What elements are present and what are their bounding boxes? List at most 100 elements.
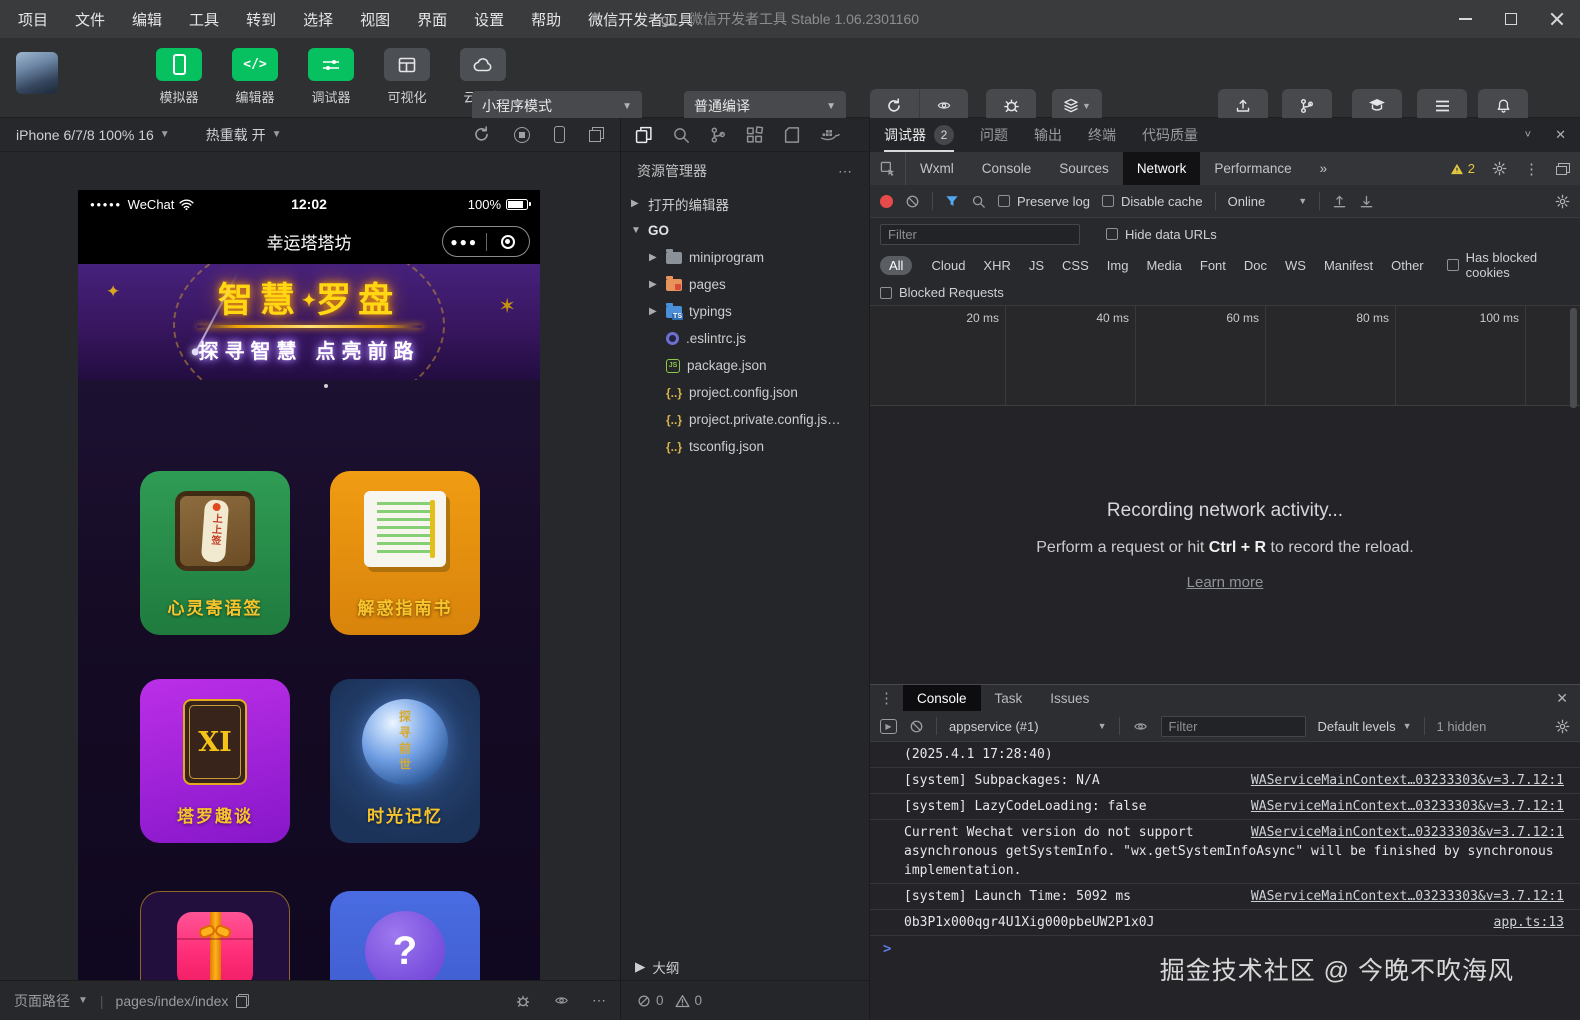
- record-icon[interactable]: [880, 194, 893, 208]
- drawer-tab-issues[interactable]: Issues: [1036, 685, 1103, 712]
- console-settings-icon[interactable]: [1555, 719, 1570, 734]
- source-link[interactable]: WAServiceMainContext…03233303&v=3.7.12:1: [1251, 771, 1564, 790]
- minimize-button[interactable]: [1442, 0, 1488, 38]
- card-fortune-stick[interactable]: 上上签 心灵寄语签: [140, 471, 290, 635]
- tree-item-tsconfig[interactable]: {..} tsconfig.json: [621, 433, 869, 460]
- type-filter-ws[interactable]: WS: [1276, 258, 1315, 273]
- outline-section[interactable]: ▶ 大纲: [621, 954, 869, 980]
- collapse-panel-icon[interactable]: ˅: [1525, 129, 1531, 141]
- network-filter-input[interactable]: [880, 223, 1080, 245]
- clear-console-icon[interactable]: [909, 719, 924, 734]
- menu-settings[interactable]: 设置: [474, 9, 504, 30]
- tab-terminal[interactable]: 终端: [1088, 118, 1116, 152]
- menu-interface[interactable]: 界面: [417, 9, 447, 30]
- files-icon[interactable]: [635, 126, 653, 144]
- type-filter-font[interactable]: Font: [1191, 258, 1235, 273]
- device-select[interactable]: iPhone 6/7/8 100% 16: [16, 127, 154, 143]
- type-filter-manifest[interactable]: Manifest: [1315, 258, 1382, 273]
- gear-icon[interactable]: [1492, 161, 1507, 176]
- source-link[interactable]: app.ts:13: [1494, 913, 1564, 932]
- drawer-menu-icon[interactable]: ⋮: [870, 689, 903, 707]
- console-context-select[interactable]: appservice (#1) ▼: [949, 719, 1107, 734]
- card-guide-book[interactable]: 解惑指南书: [330, 471, 480, 635]
- disable-cache-checkbox[interactable]: Disable cache: [1101, 194, 1203, 209]
- tree-item-package-json[interactable]: JS package.json: [621, 352, 869, 379]
- type-filter-css[interactable]: CSS: [1053, 258, 1098, 273]
- mode-select[interactable]: 小程序模式 ▼: [472, 91, 642, 121]
- tab-code-quality[interactable]: 代码质量: [1142, 118, 1198, 152]
- learn-more-link[interactable]: Learn more: [1187, 574, 1264, 591]
- tab-performance[interactable]: Performance: [1200, 152, 1305, 185]
- menu-select[interactable]: 选择: [303, 9, 333, 30]
- scrollbar-thumb[interactable]: [1570, 308, 1577, 408]
- tree-item-open-editors[interactable]: ▶ 打开的编辑器: [621, 190, 869, 217]
- simulator-toggle-button[interactable]: 模拟器: [148, 48, 210, 106]
- tab-wxml[interactable]: Wxml: [906, 152, 968, 185]
- close-button[interactable]: [1534, 0, 1580, 38]
- type-filter-js[interactable]: JS: [1020, 258, 1053, 273]
- capsule-close-button[interactable]: [487, 234, 530, 249]
- card-tarot[interactable]: XI 塔罗趣谈: [140, 679, 290, 843]
- tab-console[interactable]: Console: [968, 152, 1046, 185]
- log-row[interactable]: WAServiceMainContext…03233303&v=3.7.12:1…: [870, 768, 1580, 794]
- more-icon[interactable]: ⋯: [592, 992, 606, 1009]
- log-row[interactable]: app.ts:13 0b3P1x000qgr4U1Xig000pbeUW2P1x…: [870, 910, 1580, 936]
- more-options-icon[interactable]: ⋮: [1524, 160, 1539, 178]
- docker-icon[interactable]: [820, 126, 840, 144]
- tab-network[interactable]: Network: [1122, 152, 1201, 185]
- search-icon[interactable]: [672, 126, 690, 144]
- page-path-select[interactable]: 页面路径: [14, 991, 70, 1011]
- visual-toggle-button[interactable]: 可视化: [376, 48, 438, 106]
- log-row[interactable]: WAServiceMainContext…03233303&v=3.7.12:1…: [870, 794, 1580, 820]
- menu-help[interactable]: 帮助: [531, 9, 561, 30]
- close-panel-icon[interactable]: ✕: [1555, 127, 1566, 143]
- editor-toggle-button[interactable]: </> 编辑器: [224, 48, 286, 106]
- device-frame-icon[interactable]: [554, 126, 565, 143]
- eye-icon[interactable]: [1132, 720, 1149, 733]
- extensions-icon[interactable]: [746, 125, 764, 144]
- tree-item-typings[interactable]: ▶ typings: [621, 298, 869, 325]
- drawer-tab-task[interactable]: Task: [981, 685, 1037, 712]
- blocked-requests-checkbox[interactable]: Blocked Requests: [880, 285, 1004, 300]
- eye-icon[interactable]: [553, 994, 570, 1007]
- log-row[interactable]: WAServiceMainContext…03233303&v=3.7.12:1…: [870, 884, 1580, 910]
- tab-debugger[interactable]: 调试器 2: [884, 118, 954, 152]
- stop-icon[interactable]: [514, 126, 530, 143]
- type-filter-doc[interactable]: Doc: [1235, 258, 1276, 273]
- throttling-select[interactable]: Online ▼: [1228, 194, 1308, 209]
- maximize-button[interactable]: [1488, 0, 1534, 38]
- tab-sources[interactable]: Sources: [1045, 152, 1123, 185]
- log-levels-select[interactable]: Default levels ▼: [1318, 719, 1412, 734]
- network-settings-icon[interactable]: [1555, 194, 1570, 209]
- more-icon[interactable]: ⋯: [838, 163, 853, 180]
- type-filter-media[interactable]: Media: [1137, 258, 1190, 273]
- capsule-more-button[interactable]: ●●●: [443, 235, 486, 249]
- menu-goto[interactable]: 转到: [246, 9, 276, 30]
- type-filter-img[interactable]: Img: [1098, 258, 1138, 273]
- console-filter-input[interactable]: [1160, 715, 1306, 737]
- menu-project[interactable]: 项目: [18, 9, 48, 30]
- card-time-memory[interactable]: 探寻前世 时光记忆: [330, 679, 480, 843]
- restart-icon[interactable]: [473, 126, 490, 143]
- tree-item-project-config[interactable]: {..} project.config.json: [621, 379, 869, 406]
- type-filter-cloud[interactable]: Cloud: [922, 258, 974, 273]
- source-control-icon[interactable]: [709, 126, 727, 144]
- compile-mode-select[interactable]: 普通编译 ▼: [684, 91, 846, 121]
- menu-file[interactable]: 文件: [75, 9, 105, 30]
- multi-window-icon[interactable]: [589, 127, 604, 142]
- hot-reload-select[interactable]: 热重载 开: [206, 125, 266, 145]
- tree-item-project-private-config[interactable]: {..} project.private.config.js…: [621, 406, 869, 433]
- hide-data-urls-checkbox[interactable]: Hide data URLs: [1106, 227, 1217, 242]
- bug-icon[interactable]: [515, 993, 531, 1009]
- copy-icon[interactable]: [236, 993, 250, 1008]
- search-icon[interactable]: [971, 194, 986, 209]
- menu-edit[interactable]: 编辑: [132, 9, 162, 30]
- source-link[interactable]: WAServiceMainContext…03233303&v=3.7.12:1: [1251, 887, 1564, 906]
- filter-funnel-icon[interactable]: [945, 195, 959, 208]
- inspect-element-icon[interactable]: [870, 152, 906, 185]
- type-filter-xhr[interactable]: XHR: [974, 258, 1019, 273]
- source-link[interactable]: WAServiceMainContext…03233303&v=3.7.12:1: [1251, 797, 1564, 816]
- dock-side-icon[interactable]: [1556, 162, 1570, 175]
- errors-icon[interactable]: [637, 994, 651, 1008]
- has-blocked-cookies-checkbox[interactable]: Has blocked cookies: [1446, 250, 1570, 280]
